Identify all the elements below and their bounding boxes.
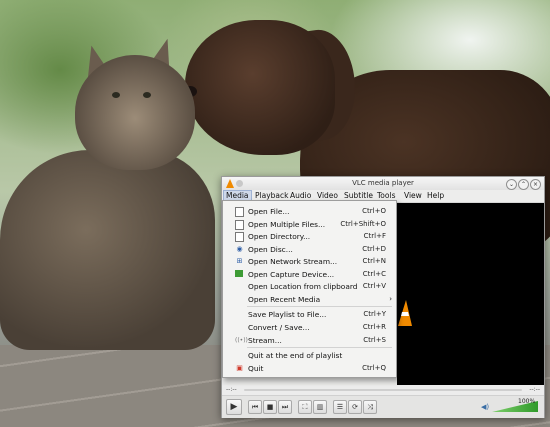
- menu-separator: [247, 347, 392, 348]
- menu-item-open-recent-media[interactable]: Open Recent Media ›: [223, 293, 396, 306]
- maximize-button[interactable]: ⌃: [518, 179, 529, 190]
- menu-item-label: Open Recent Media: [248, 294, 321, 304]
- fullscreen-button[interactable]: ⛶: [298, 400, 312, 414]
- media-menu: Open File... Ctrl+O Open Multiple Files.…: [222, 200, 397, 378]
- kitten-body: [0, 150, 215, 350]
- video-area[interactable]: [397, 203, 544, 388]
- menu-item-label: Stream...: [248, 336, 282, 345]
- menu-item-open-multiple-files[interactable]: Open Multiple Files... Ctrl+Shift+O: [223, 218, 396, 231]
- seek-row: --:-- --:--: [222, 385, 544, 395]
- menu-item-convert-save[interactable]: Convert / Save... Ctrl+R: [223, 321, 396, 334]
- menu-item-stream[interactable]: ((•)) Stream... Ctrl+S: [223, 334, 396, 347]
- menu-item-quit[interactable]: ▣ Quit Ctrl+Q: [223, 362, 396, 375]
- close-button[interactable]: ×: [530, 179, 541, 190]
- menu-item-quit-end-of-playlist[interactable]: Quit at the end of playlist: [223, 349, 396, 362]
- vlc-logo-icon: [398, 300, 412, 326]
- volume-percent: 100%: [518, 398, 536, 405]
- stream-icon: ((•)): [235, 337, 248, 344]
- menu-item-label: Open Location from clipboard: [248, 282, 358, 291]
- menu-item-label: Open Multiple Files...: [248, 219, 326, 229]
- network-icon: ⊞: [236, 257, 243, 265]
- open-multiple-files-icon: [235, 219, 244, 230]
- menu-item-shortcut: Ctrl+V: [362, 282, 386, 290]
- menu-item-shortcut: Ctrl+Q: [362, 364, 386, 372]
- menu-item-label: Open Directory...: [248, 232, 311, 241]
- minimize-button[interactable]: ⌄: [506, 179, 517, 190]
- kitten-eye: [143, 92, 151, 98]
- loop-button[interactable]: ⟳: [348, 400, 362, 414]
- menu-item-label: Open Network Stream...: [248, 257, 338, 266]
- kitten-eye: [112, 92, 120, 98]
- stop-button[interactable]: ■: [263, 400, 277, 414]
- shuffle-button[interactable]: ⤨: [363, 400, 377, 414]
- disc-icon: ◉: [236, 244, 243, 253]
- submenu-arrow-icon: ›: [389, 294, 392, 303]
- menu-item-label: Open Capture Device...: [248, 269, 335, 279]
- menu-item-shortcut: Ctrl+F: [363, 232, 386, 240]
- menu-view[interactable]: View: [402, 191, 424, 201]
- menu-item-shortcut: Ctrl+O: [362, 207, 386, 215]
- menu-item-open-directory[interactable]: Open Directory... Ctrl+F: [223, 230, 396, 243]
- menu-item-shortcut: Ctrl+C: [362, 269, 386, 278]
- menu-item-label: Save Playlist to File...: [248, 310, 327, 319]
- seek-slider[interactable]: [244, 389, 522, 391]
- play-button[interactable]: ▶: [226, 399, 242, 415]
- folder-icon: [235, 232, 244, 242]
- menu-item-label: Open Disc...: [248, 244, 293, 254]
- menu-item-save-playlist[interactable]: Save Playlist to File... Ctrl+Y: [223, 308, 396, 321]
- menu-item-label: Quit: [248, 364, 264, 373]
- window-title: VLC media player: [352, 179, 414, 187]
- menu-item-shortcut: Ctrl+S: [363, 336, 386, 344]
- menu-item-open-file[interactable]: Open File... Ctrl+O: [223, 205, 396, 218]
- menu-item-label: Convert / Save...: [248, 323, 310, 332]
- menu-item-open-location-clipboard[interactable]: Open Location from clipboard Ctrl+V: [223, 280, 396, 293]
- speaker-icon[interactable]: ◀): [481, 403, 489, 411]
- kitten-head: [75, 55, 195, 170]
- elapsed-time: --:--: [226, 386, 237, 393]
- menu-item-shortcut: Ctrl+N: [362, 257, 386, 265]
- menu-item-open-network-stream[interactable]: ⊞ Open Network Stream... Ctrl+N: [223, 255, 396, 268]
- capture-device-icon: [235, 269, 243, 277]
- playback-controls: ▶ ⏮ ■ ⏭ ⛶ ▥ ☰ ⟳ ⤨ ◀) 100%: [222, 395, 544, 418]
- quit-icon: ▣: [236, 364, 243, 372]
- next-button[interactable]: ⏭: [278, 400, 292, 414]
- menu-separator: [247, 306, 392, 307]
- puppy-head: [185, 20, 335, 155]
- menu-item-shortcut: Ctrl+R: [362, 323, 386, 331]
- equalizer-button[interactable]: ▥: [313, 400, 327, 414]
- menu-item-label: Open File...: [248, 207, 290, 216]
- menu-item-shortcut: Ctrl+Shift+O: [340, 219, 386, 228]
- open-file-icon: [235, 207, 244, 217]
- menu-help[interactable]: Help: [425, 191, 446, 201]
- menu-item-label: Quit at the end of playlist: [248, 351, 343, 360]
- menu-item-shortcut: Ctrl+D: [362, 244, 386, 253]
- playlist-button[interactable]: ☰: [333, 400, 347, 414]
- menu-item-shortcut: Ctrl+Y: [363, 310, 386, 318]
- remaining-time: --:--: [529, 386, 540, 393]
- previous-button[interactable]: ⏮: [248, 400, 262, 414]
- menu-item-open-capture-device[interactable]: Open Capture Device... Ctrl+C: [223, 268, 396, 281]
- menu-item-open-disc[interactable]: ◉ Open Disc... Ctrl+D: [223, 243, 396, 256]
- title-bar[interactable]: VLC media player ⌄ ⌃ ×: [222, 177, 544, 191]
